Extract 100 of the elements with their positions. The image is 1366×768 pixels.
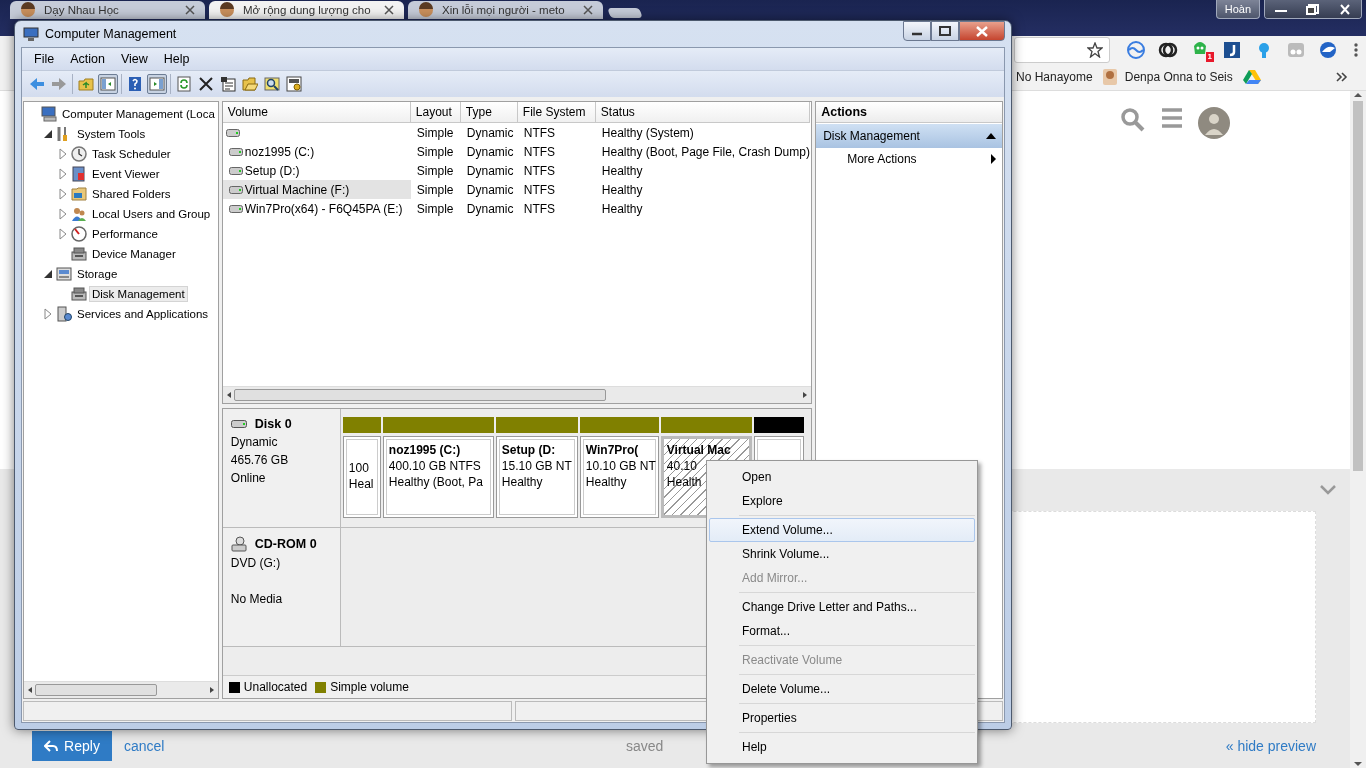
bookmark-link[interactable]: No Hanayome	[1016, 70, 1093, 84]
search-icon[interactable]	[1120, 107, 1146, 133]
menu-item[interactable]: View	[112, 52, 156, 66]
tree-item[interactable]: Device Manager	[89, 246, 179, 262]
partition-block[interactable]: noz1995 (C:) 400.10 GB NTFS Healthy (Boot, Pa	[382, 436, 494, 518]
volume-cell[interactable]: Setup (D:)	[222, 161, 411, 180]
menu-item[interactable]: File	[26, 52, 63, 66]
menu-item[interactable]: Open	[709, 465, 975, 489]
scroll-arrow-icon[interactable]	[27, 686, 33, 694]
table-cell-text: Simple	[415, 162, 455, 180]
scrollbar[interactable]	[222, 386, 812, 403]
browser-tab[interactable]: Mở rộng dung lượng cho	[209, 1, 404, 19]
drive-icon[interactable]	[1242, 69, 1261, 85]
expand-arrow-icon[interactable]	[57, 228, 69, 240]
volume-name: Win7Pro(x64) - F6Q45PA (E:)	[243, 200, 404, 217]
tree-item[interactable]: Disk Management	[89, 286, 188, 302]
expand-arrow-icon[interactable]	[57, 188, 69, 200]
tree-item[interactable]: Task Scheduler	[89, 146, 174, 162]
expand-arrow-icon[interactable]	[57, 168, 69, 180]
rings-icon[interactable]	[1158, 40, 1178, 60]
tree-item[interactable]: Event Viewer	[89, 166, 163, 182]
scroll-arrow-icon[interactable]	[1353, 760, 1363, 768]
volume-cell[interactable]: Virtual Machine (F:)	[222, 180, 411, 199]
menu-icon[interactable]	[1160, 107, 1184, 129]
menu-icon[interactable]	[1354, 42, 1358, 58]
menu-item[interactable]: Properties	[709, 706, 975, 730]
table-cell-text: Simple	[415, 200, 455, 218]
tree-item[interactable]: System Tools	[74, 126, 149, 142]
toolbar-button[interactable]	[218, 74, 238, 94]
action-item[interactable]: More Actions	[816, 148, 1002, 170]
browser-tab[interactable]: Xin lỗi mọi người - meto	[408, 1, 603, 19]
scroll-arrow-icon[interactable]	[208, 686, 215, 694]
bookmark-icon[interactable]	[1222, 40, 1242, 60]
expand-arrow-icon[interactable]	[57, 208, 69, 220]
collapse-arrow-icon[interactable]	[42, 268, 54, 280]
menu-item[interactable]: Extend Volume...	[709, 518, 975, 542]
globe-icon[interactable]	[1318, 40, 1338, 60]
folder-icon	[78, 76, 94, 92]
partition-name: Virtual Mac	[666, 443, 732, 457]
close-icon[interactable]	[185, 5, 195, 15]
wave-icon[interactable]	[1126, 40, 1146, 60]
chevron-icon[interactable]	[1336, 72, 1348, 82]
profile-button[interactable]: Hoàn	[1215, 0, 1260, 19]
scroll-arrow-icon[interactable]	[225, 391, 232, 399]
maximize-icon[interactable]	[938, 26, 952, 36]
table-cell-text: Healthy	[600, 200, 644, 218]
action-section[interactable]: Disk Management	[816, 124, 1002, 148]
disk-info: DVD (G:)	[230, 556, 282, 570]
menu-item[interactable]: Shrink Volume...	[709, 542, 975, 566]
disk-info: Online	[230, 471, 267, 485]
menu-item[interactable]: Change Drive Letter and Paths...	[709, 595, 975, 619]
menu-item[interactable]: Format...	[709, 619, 975, 643]
tree-item[interactable]: Services and Applications	[74, 306, 212, 322]
reply-button[interactable]: Reply	[32, 730, 112, 761]
avatar-icon[interactable]	[1198, 107, 1230, 139]
partition-block[interactable]: 100 Heal	[342, 436, 381, 518]
close-icon[interactable]	[583, 5, 593, 15]
partition-size: 100	[348, 461, 370, 475]
volume-cell[interactable]: noz1995 (C:)	[222, 142, 411, 161]
column-header[interactable]: Volume	[222, 102, 411, 123]
menu-item[interactable]: Help	[709, 735, 975, 759]
device-icon	[71, 286, 87, 302]
column-header[interactable]: Layout	[410, 102, 461, 123]
hide-preview-link[interactable]: « hide preview	[1225, 737, 1316, 754]
help-icon	[127, 76, 143, 92]
address-field[interactable]	[1014, 37, 1110, 63]
expand-arrow-icon[interactable]	[42, 308, 54, 320]
bookmark-icon[interactable]	[1102, 69, 1117, 85]
tree-item[interactable]: Computer Management (Loca	[59, 106, 218, 122]
tree-item[interactable]: Local Users and Group	[89, 206, 214, 222]
scrollbar[interactable]	[24, 681, 218, 698]
close-icon[interactable]	[384, 5, 394, 15]
tree-item[interactable]: Storage	[74, 266, 121, 282]
scroll-arrow-icon[interactable]	[802, 391, 809, 399]
expand-arrow-icon[interactable]	[57, 148, 69, 160]
star-icon[interactable]	[1087, 42, 1103, 58]
tree-item[interactable]: Performance	[89, 226, 161, 242]
partition-block[interactable]: Setup (D: 15.10 GB NT Healthy	[495, 436, 578, 518]
bookmark-link[interactable]: Denpa Onna to Seis	[1124, 70, 1233, 84]
new-tab-button[interactable]	[607, 8, 643, 18]
cancel-link[interactable]: cancel	[124, 737, 165, 754]
menu-item[interactable]: Help	[155, 52, 198, 66]
volume-cell[interactable]: Win7Pro(x64) - F6Q45PA (E:)	[222, 199, 411, 218]
collapse-arrow-icon[interactable]	[42, 128, 54, 140]
column-header[interactable]: Status	[595, 102, 810, 123]
menu-item[interactable]: Explore	[709, 489, 975, 513]
toolbar-button[interactable]	[262, 74, 282, 94]
column-header[interactable]: File System	[517, 102, 596, 123]
column-header[interactable]: Type	[460, 102, 518, 123]
scrollbar[interactable]	[1350, 91, 1366, 768]
partition-block[interactable]: Win7Pro( 10.10 GB NT Healthy	[579, 436, 659, 518]
tree-item[interactable]: Shared Folders	[89, 186, 174, 202]
toolbar-button[interactable]	[284, 74, 304, 94]
browser-tab[interactable]: Dạy Nhau Học	[10, 1, 205, 19]
partition-status: Healthy	[585, 475, 628, 489]
scroll-arrow-icon[interactable]	[1353, 91, 1363, 99]
menu-item[interactable]: Delete Volume...	[709, 677, 975, 701]
refresh-icon	[176, 76, 192, 92]
menu-item[interactable]: Action	[62, 52, 113, 66]
delete-icon	[198, 76, 214, 92]
